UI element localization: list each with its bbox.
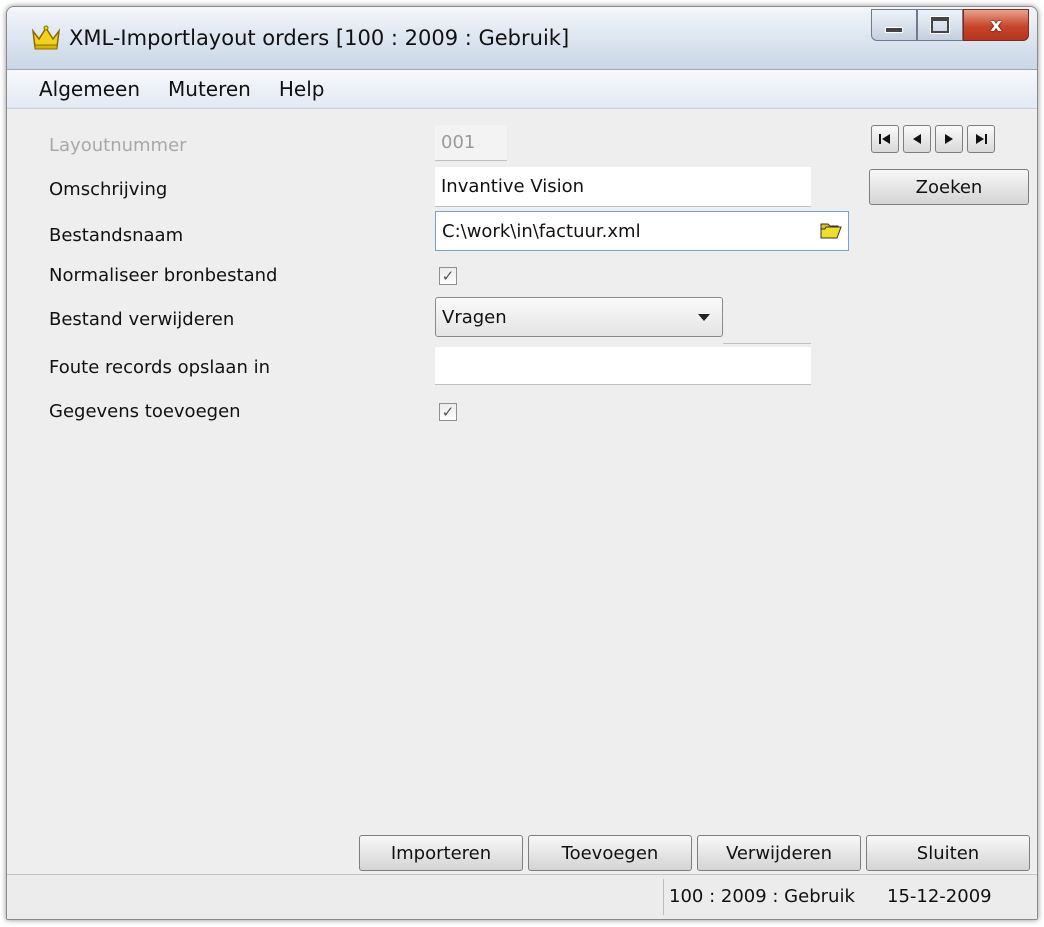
verwijderen-selected-value: Vragen (442, 306, 507, 328)
previous-record-button[interactable] (903, 125, 931, 153)
minimize-icon (885, 27, 903, 33)
normaliseer-checkbox[interactable]: ✓ (439, 267, 457, 285)
open-folder-icon[interactable] (820, 221, 842, 239)
zoeken-button[interactable]: Zoeken (869, 169, 1029, 205)
verwijderen-label: Bestand verwijderen (49, 309, 235, 330)
bestandsnaam-value: C:\work\in\factuur.xml (442, 220, 641, 242)
window-title: XML-Importlayout orders [100 : 2009 : Ge… (69, 26, 570, 50)
omschrijving-field[interactable]: Invantive Vision (435, 167, 811, 207)
next-record-button[interactable] (935, 125, 963, 153)
crown-app-icon (31, 25, 61, 50)
sluiten-button[interactable]: Sluiten (866, 835, 1030, 871)
bestandsnaam-field[interactable]: C:\work\in\factuur.xml (435, 211, 849, 251)
field-underline (723, 343, 811, 344)
importeren-button[interactable]: Importeren (359, 835, 523, 871)
title-bar[interactable]: XML-Importlayout orders [100 : 2009 : Ge… (7, 7, 1037, 70)
toevoegen-button[interactable]: Toevoegen (528, 835, 692, 871)
checkmark-icon: ✓ (441, 403, 455, 421)
foute-records-label: Foute records opslaan in (49, 357, 271, 378)
status-separator (663, 879, 664, 915)
menu-algemeen[interactable]: Algemeen (39, 77, 140, 101)
window-controls: x (871, 9, 1029, 43)
omschrijving-label: Omschrijving (49, 179, 168, 200)
next-record-icon (945, 134, 953, 144)
menu-muteren[interactable]: Muteren (168, 77, 251, 101)
status-context: 100 : 2009 : Gebruik (669, 886, 855, 907)
application-window: XML-Importlayout orders [100 : 2009 : Ge… (6, 6, 1038, 920)
toevoegen-label: Gegevens toevoegen (49, 401, 241, 422)
layoutnummer-value: 001 (441, 132, 476, 153)
last-record-button[interactable] (967, 125, 995, 153)
checkmark-icon: ✓ (441, 267, 455, 285)
verwijderen-button[interactable]: Verwijderen (697, 835, 861, 871)
layoutnummer-field: 001 (435, 125, 507, 161)
minimize-button[interactable] (871, 9, 917, 41)
form-area: Layoutnummer 001 Omschrijving Invantive … (7, 109, 1037, 873)
menu-bar: Algemeen Muteren Help (7, 70, 1037, 109)
status-date: 15-12-2009 (887, 886, 992, 907)
layoutnummer-label: Layoutnummer (49, 135, 187, 156)
toevoegen-checkbox[interactable]: ✓ (439, 403, 457, 421)
verwijderen-select[interactable]: Vragen (435, 297, 723, 337)
maximize-button[interactable] (917, 9, 963, 41)
bestandsnaam-label: Bestandsnaam (49, 225, 184, 246)
last-record-icon (976, 134, 987, 144)
omschrijving-value: Invantive Vision (441, 176, 585, 197)
status-bar: 100 : 2009 : Gebruik 15-12-2009 (7, 874, 1037, 919)
foute-records-field[interactable] (435, 347, 811, 385)
menu-help[interactable]: Help (279, 77, 325, 101)
previous-record-icon (913, 134, 921, 144)
close-icon: x (990, 14, 1002, 36)
close-button[interactable]: x (963, 9, 1029, 41)
normaliseer-label: Normaliseer bronbestand (49, 265, 278, 286)
maximize-icon (931, 17, 949, 33)
dropdown-arrow-icon (698, 314, 710, 321)
first-record-button[interactable] (871, 125, 899, 153)
first-record-icon (879, 134, 890, 144)
